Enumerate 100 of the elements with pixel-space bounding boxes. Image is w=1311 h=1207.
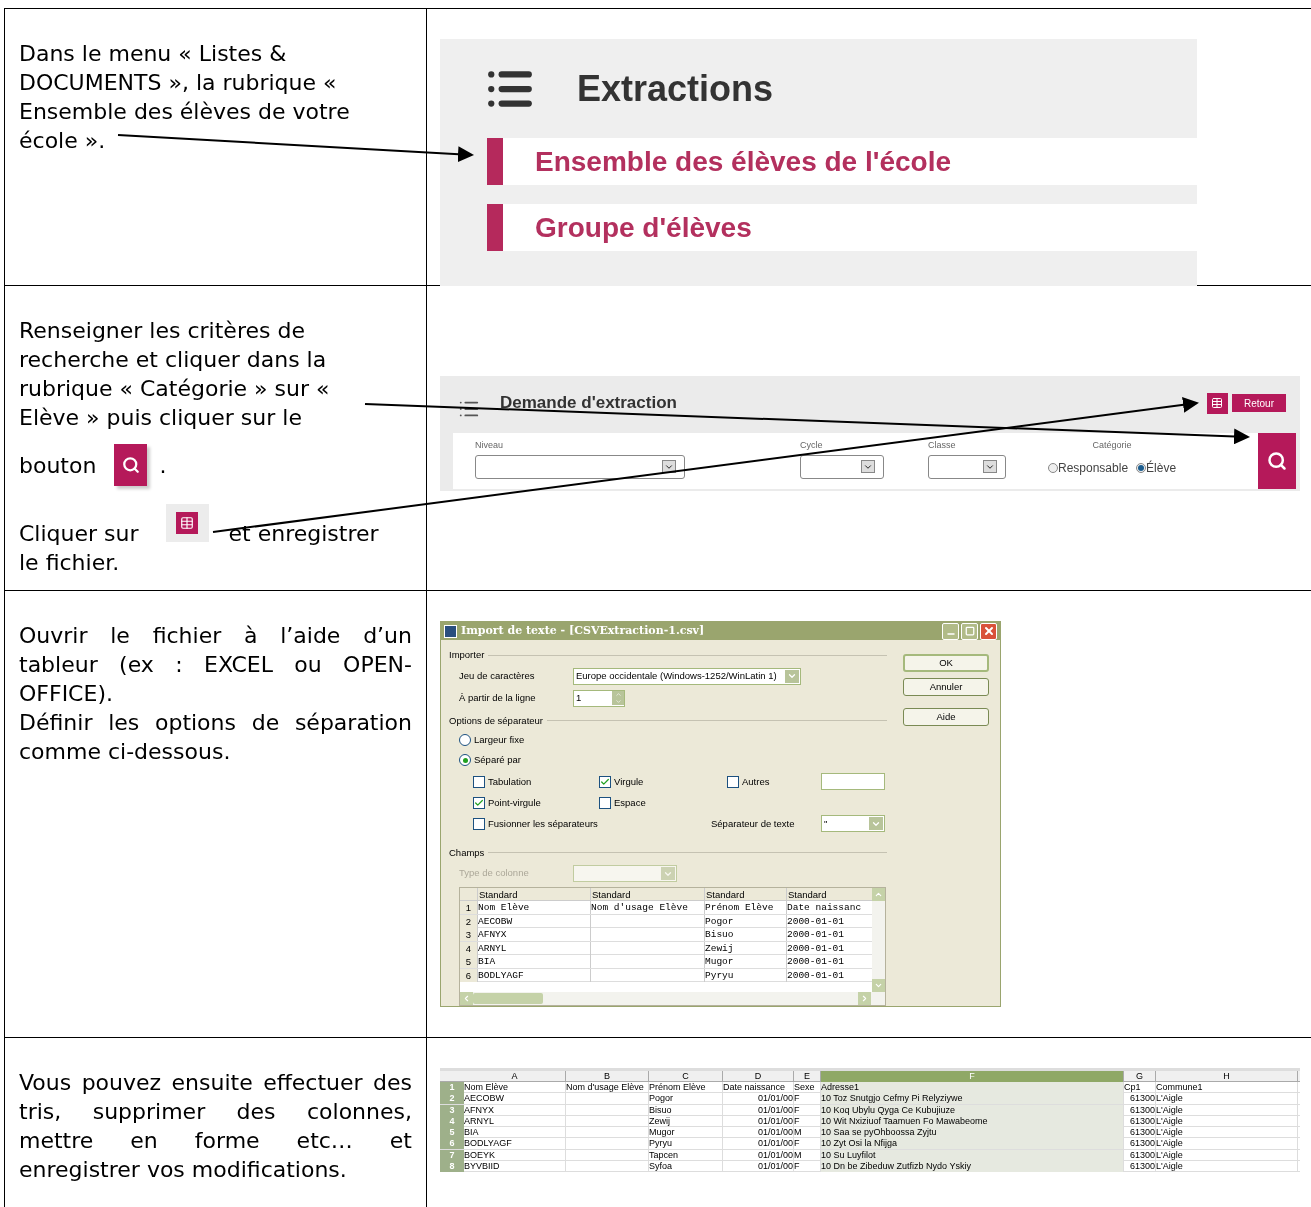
table-cell: Nom d'usage Elève bbox=[566, 1082, 644, 1092]
radio-button[interactable] bbox=[1136, 462, 1147, 473]
table-cell: Sexe bbox=[794, 1082, 815, 1092]
minimize-button[interactable] bbox=[942, 622, 959, 640]
section-label: Options de séparateur bbox=[449, 713, 543, 728]
instruction-text: bouton bbox=[19, 452, 97, 480]
row-number: 1 bbox=[440, 1082, 464, 1093]
table-cell: 10 Dn be Zibeduw Zutfizb Nydo Yskiy bbox=[821, 1161, 971, 1172]
table-cell: 10 Toz Snutgjo Cefmy Pi Relyziywe bbox=[821, 1093, 963, 1104]
table-cell: 10 Zyt Osi la Nfijga bbox=[821, 1138, 898, 1149]
table-cell: Zewij bbox=[705, 942, 734, 954]
table-cell: AFNYX bbox=[478, 929, 507, 940]
table-cell: Pogor bbox=[649, 1093, 674, 1104]
search-button[interactable] bbox=[1258, 433, 1296, 489]
spin-field[interactable]: 1 bbox=[573, 689, 625, 707]
instruction-text: Vous pouvez ensuite effectuer des tris, supprimer des colonnes, mettre en forme etc… et enregistrer vos modifications. bbox=[19, 1069, 412, 1184]
column-header[interactable]: D bbox=[723, 1071, 794, 1082]
radio-button[interactable] bbox=[1048, 462, 1058, 473]
table-cell: 01/01/00 bbox=[757, 1104, 793, 1115]
table-cell: Pyryu bbox=[705, 969, 734, 981]
table-cell: Nom Elève bbox=[464, 1082, 508, 1092]
table-cell: 01/01/00 bbox=[757, 1115, 793, 1126]
table-button[interactable] bbox=[1207, 392, 1228, 414]
dialog-button[interactable]: Annuler bbox=[903, 678, 989, 697]
column-header[interactable]: B bbox=[566, 1071, 649, 1082]
field-label: À partir de la ligne bbox=[459, 690, 537, 705]
menu-item[interactable]: Ensemble des élèves de l'école bbox=[487, 138, 1197, 185]
table-cell: AECOBW bbox=[464, 1093, 504, 1104]
radio-label: Séparé par bbox=[474, 753, 521, 768]
row-number: 7 bbox=[440, 1149, 464, 1161]
checkbox[interactable] bbox=[727, 775, 739, 788]
radio-button[interactable] bbox=[459, 734, 471, 747]
table-cell: Mugor bbox=[705, 956, 734, 967]
checkbox-label: Virgule bbox=[614, 774, 644, 789]
menu-item[interactable]: Groupe d'élèves bbox=[487, 204, 1197, 251]
table-cell: Prénom Elève bbox=[649, 1082, 706, 1092]
checkbox[interactable] bbox=[599, 796, 611, 809]
field-label: Catégorie bbox=[1092, 439, 1132, 452]
table-cell: L'Aigle bbox=[1156, 1127, 1183, 1138]
table-cell: Pogor bbox=[705, 915, 734, 927]
input-field[interactable] bbox=[821, 773, 885, 791]
table-cell: Commune1 bbox=[1156, 1082, 1203, 1092]
down-icon bbox=[614, 698, 622, 705]
table-cell: 01/01/00 bbox=[757, 1161, 793, 1172]
combo-box[interactable]: Europe occidentale (Windows-1252/WinLatin 1) bbox=[573, 667, 801, 685]
field-label: Jeu de caractères bbox=[459, 668, 536, 683]
table-cell: F bbox=[794, 1104, 800, 1115]
table-cell: L'Aigle bbox=[1156, 1161, 1183, 1172]
radio-button[interactable] bbox=[459, 754, 471, 767]
checkbox[interactable] bbox=[473, 775, 485, 788]
checkbox[interactable] bbox=[473, 817, 485, 830]
combo-box[interactable]: " bbox=[821, 815, 885, 833]
vertical-scrollbar[interactable] bbox=[872, 888, 885, 992]
instruction-text: Cliquer sur bbox=[19, 520, 139, 548]
instruction-text: Ouvrir le fichier à l’aide d’un tableur (ex : EXCEL ou OPEN-OFFICE). bbox=[19, 622, 412, 708]
select-field[interactable] bbox=[475, 454, 685, 479]
column-header[interactable]: A bbox=[464, 1071, 566, 1082]
column-header[interactable]: G bbox=[1124, 1071, 1156, 1082]
table-cell: Zewij bbox=[649, 1115, 670, 1126]
checkbox[interactable] bbox=[473, 796, 485, 809]
select-field[interactable] bbox=[800, 454, 884, 479]
instruction-text: Définir les options de séparation comme ci-dessous. bbox=[19, 709, 412, 766]
table-cell: BIA bbox=[464, 1127, 479, 1138]
table-cell: BIA bbox=[478, 956, 496, 967]
column-header[interactable]: H bbox=[1156, 1071, 1298, 1082]
table-cell: Bisuo bbox=[705, 929, 734, 940]
select-field[interactable] bbox=[928, 454, 1006, 479]
dialog-button[interactable]: OK bbox=[903, 654, 989, 673]
row-number: 4 bbox=[440, 1115, 464, 1127]
row-number: 8 bbox=[440, 1161, 464, 1173]
dialog-button[interactable]: Aide bbox=[903, 708, 989, 727]
table-cell: Mugor bbox=[649, 1127, 675, 1138]
table-cell: 61300 bbox=[1129, 1093, 1155, 1104]
checkbox-label: Autres bbox=[742, 774, 770, 789]
row-number: 1 bbox=[460, 901, 477, 914]
row-number: 5 bbox=[460, 955, 477, 968]
table-cell: F bbox=[794, 1161, 800, 1172]
table-cell: 10 Wit Nxiziuof Taamuen Fo Mawabeome bbox=[821, 1115, 988, 1126]
checkbox[interactable] bbox=[599, 775, 611, 788]
form-title: Demande d'extraction bbox=[500, 392, 677, 415]
horizontal-scrollbar[interactable] bbox=[460, 992, 885, 1005]
table-cell: 01/01/00 bbox=[757, 1093, 793, 1104]
instruction-text: le fichier. bbox=[19, 549, 120, 577]
back-button[interactable]: Retour bbox=[1232, 394, 1286, 412]
table-cell: M bbox=[794, 1149, 802, 1160]
field-label: Cycle bbox=[800, 439, 824, 452]
row-number: 2 bbox=[440, 1093, 464, 1105]
radio-label: Responsable bbox=[1058, 459, 1129, 477]
table-cell: ARNYL bbox=[464, 1115, 494, 1126]
close-button[interactable] bbox=[980, 622, 997, 640]
table-cell: BODLYAGF bbox=[478, 969, 524, 981]
table-cell: L'Aigle bbox=[1156, 1149, 1183, 1160]
table-cell: L'Aigle bbox=[1156, 1115, 1183, 1126]
table-cell: Cp1 bbox=[1124, 1082, 1141, 1092]
field-label: Type de colonne bbox=[459, 866, 530, 881]
checkbox-label: Tabulation bbox=[488, 774, 532, 789]
column-header[interactable]: C bbox=[649, 1071, 723, 1082]
checkbox-label: Point-virgule bbox=[488, 795, 541, 810]
maximize-button[interactable] bbox=[961, 622, 978, 640]
column-header: Standard bbox=[590, 888, 704, 901]
